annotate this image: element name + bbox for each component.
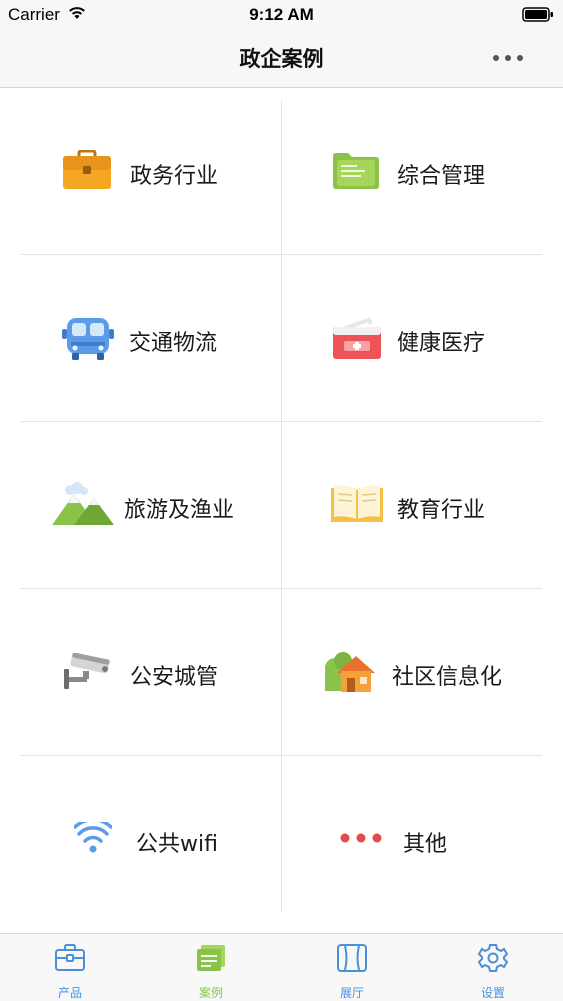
briefcase-outline-icon	[55, 944, 85, 971]
category-label: 社区信息化	[392, 665, 503, 690]
tab-label: 案例	[198, 986, 223, 1000]
briefcase-icon	[63, 150, 111, 189]
medical-kit-icon	[333, 317, 381, 359]
category-transport-logistics[interactable]: 交通物流	[0, 255, 281, 422]
door-icon	[337, 944, 367, 972]
category-label: 公共wifi	[136, 832, 218, 857]
more-menu-icon[interactable]	[488, 50, 528, 66]
tab-label: 展厅	[339, 986, 364, 1000]
house-icon	[325, 652, 375, 692]
status-bar: Carrier 9:12 AM	[0, 0, 563, 28]
category-label: 旅游及渔业	[124, 498, 235, 523]
clock: 9:12 AM	[249, 5, 314, 24]
bus-icon	[62, 318, 114, 360]
tab-products[interactable]: 产品	[0, 934, 140, 1001]
category-education[interactable]: 教育行业	[281, 422, 562, 589]
open-book-icon	[331, 485, 383, 522]
category-label: 交通物流	[129, 331, 218, 356]
battery-icon	[522, 7, 553, 22]
tab-settings[interactable]: 设置	[423, 934, 563, 1001]
category-label: 其他	[403, 832, 448, 857]
category-public-security[interactable]: 公安城管	[0, 589, 281, 756]
category-tourism-fishery[interactable]: 旅游及渔业	[0, 422, 281, 589]
category-health-medical[interactable]: 健康医疗	[281, 255, 562, 422]
category-label: 健康医疗	[397, 331, 486, 356]
document-stack-icon	[197, 945, 225, 971]
tab-cases[interactable]: 案例	[141, 934, 281, 1001]
security-camera-icon	[64, 653, 110, 689]
category-label: 公安城管	[130, 665, 219, 690]
page-title: 政企案例	[239, 47, 324, 71]
folder-icon	[333, 153, 379, 189]
category-community-informatization[interactable]: 社区信息化	[281, 589, 562, 756]
category-grid: 政务行业 综合管理 交通物流 健康医疗 旅游及渔业 教育行业 公安城管 社区信息…	[0, 88, 563, 933]
category-label: 政务行业	[130, 164, 219, 189]
mountain-icon	[52, 482, 114, 525]
category-label: 综合管理	[397, 164, 486, 189]
navigation-bar: 政企案例	[0, 28, 563, 88]
category-label: 教育行业	[397, 498, 486, 523]
tab-exhibition-hall[interactable]: 展厅	[282, 934, 422, 1001]
category-other[interactable]: 其他	[281, 756, 562, 923]
tab-label: 产品	[57, 986, 82, 1000]
tab-label: 设置	[480, 986, 505, 1000]
category-government[interactable]: 政务行业	[0, 88, 281, 255]
wifi-icon	[74, 822, 112, 853]
gear-icon	[477, 944, 509, 972]
category-public-wifi[interactable]: 公共wifi	[0, 756, 281, 923]
ellipsis-icon	[340, 833, 382, 843]
tab-bar: 产品 案例 展厅 设置	[0, 933, 563, 1001]
category-integrated-management[interactable]: 综合管理	[281, 88, 562, 255]
